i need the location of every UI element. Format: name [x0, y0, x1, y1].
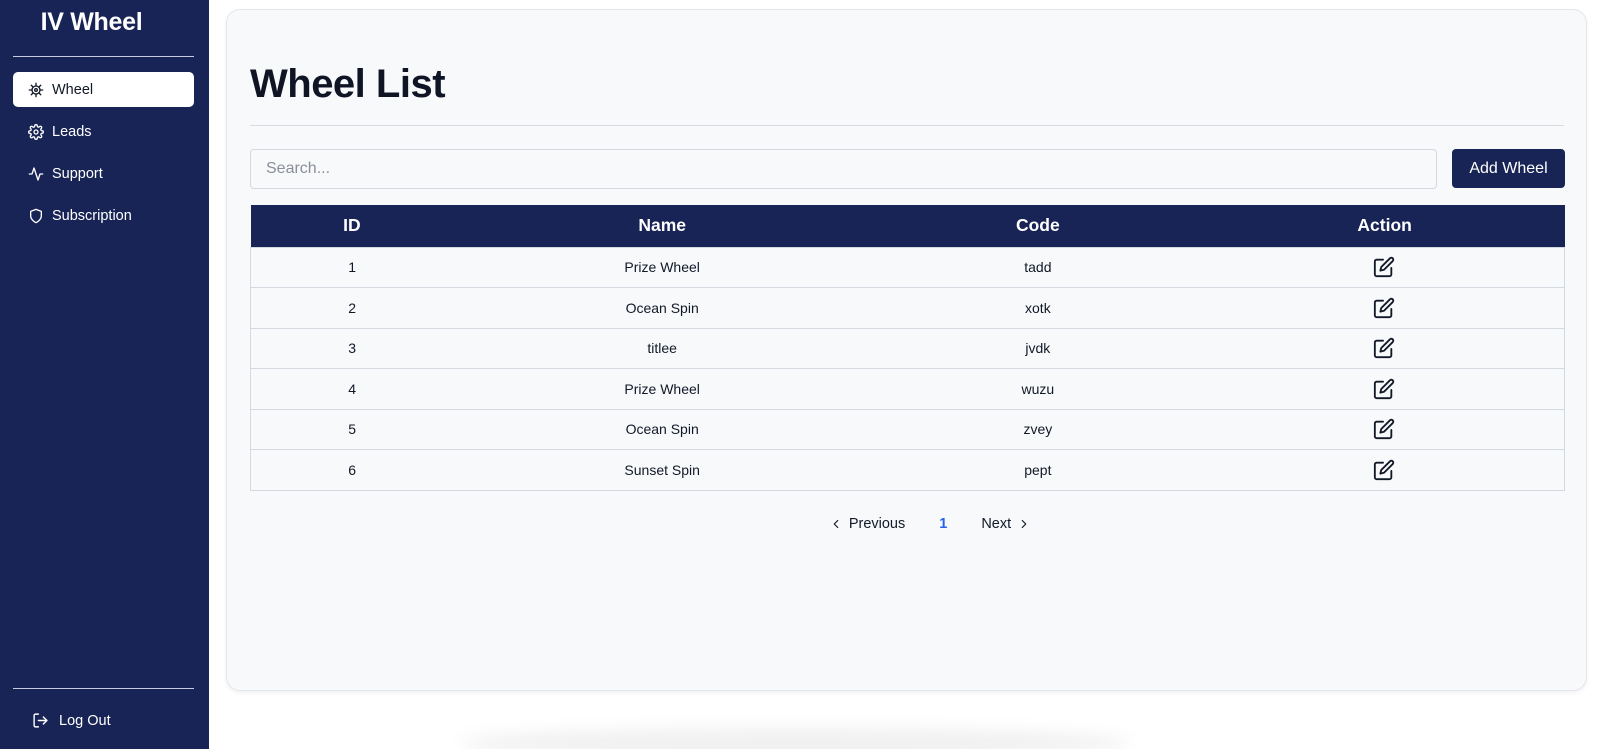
table-row: 1 Prize Wheel tadd [250, 246, 1565, 288]
edit-icon[interactable] [1373, 337, 1395, 359]
cell-id: 6 [250, 449, 454, 491]
page-title: Wheel List [250, 62, 446, 106]
pagination: Previous 1 Next [227, 516, 1588, 532]
previous-label: Previous [848, 516, 906, 532]
next-page-button[interactable]: Next [981, 516, 1031, 532]
edit-icon[interactable] [1373, 418, 1395, 440]
cell-id: 4 [250, 368, 454, 409]
cell-name: Ocean Spin [453, 287, 871, 328]
cell-name: Prize Wheel [453, 246, 871, 288]
cell-code: zvey [871, 408, 1205, 450]
cell-action [1204, 449, 1565, 491]
sidebar-item-label: Support [52, 165, 103, 182]
sidebar-nav: Wheel Leads Support Subscription [13, 72, 194, 240]
cell-code: tadd [871, 246, 1205, 288]
cell-name: Sunset Spin [453, 449, 871, 491]
cell-name: Prize Wheel [453, 368, 871, 409]
sidebar: IV Wheel Wheel Leads Support Subscriptio… [0, 0, 209, 749]
column-header-id: ID [343, 215, 361, 236]
sidebar-divider [13, 688, 194, 689]
cell-action [1204, 368, 1565, 409]
cell-name: Ocean Spin [453, 408, 871, 450]
cell-code: xotk [871, 287, 1205, 328]
cell-name: titlee [453, 327, 871, 369]
page-number-current[interactable]: 1 [939, 516, 947, 532]
edit-icon[interactable] [1373, 256, 1395, 278]
table-row: 6 Sunset Spin pept [250, 449, 1565, 491]
cell-id: 1 [250, 246, 454, 288]
chevron-right-icon [1021, 519, 1027, 529]
search-input[interactable] [250, 149, 1437, 189]
decorative-shadow [460, 728, 1130, 749]
cell-action [1204, 287, 1565, 328]
sidebar-item-label: Subscription [52, 207, 132, 224]
table-row: 3 titlee jvdk [250, 327, 1565, 369]
column-header-code: Code [1015, 215, 1060, 236]
cell-code: jvdk [871, 327, 1205, 369]
cell-id: 3 [250, 327, 454, 369]
shield-icon [28, 208, 44, 224]
title-divider [250, 125, 1564, 126]
previous-page-button[interactable]: Previous [829, 516, 905, 532]
sidebar-item-leads[interactable]: Leads [13, 114, 194, 149]
cell-code: wuzu [871, 368, 1205, 409]
cell-code: pept [871, 449, 1205, 491]
add-wheel-button[interactable]: Add Wheel [1452, 149, 1565, 188]
helm-icon [28, 82, 44, 98]
edit-icon[interactable] [1373, 297, 1395, 319]
column-header-action: Action [1357, 215, 1412, 236]
table-row: 2 Ocean Spin xotk [250, 287, 1565, 328]
wheel-table: ID Name Code Action 1 Prize Wheel tadd 2… [250, 205, 1565, 491]
sidebar-item-wheel[interactable]: Wheel [13, 72, 194, 107]
table-row: 5 Ocean Spin zvey [250, 408, 1565, 450]
brand-title: IV Wheel [40, 8, 143, 36]
main-card: Wheel List Add Wheel ID Name Code Action… [226, 9, 1587, 691]
edit-icon[interactable] [1373, 459, 1395, 481]
activity-icon [28, 166, 44, 182]
cell-id: 2 [250, 287, 454, 328]
sidebar-item-support[interactable]: Support [13, 156, 194, 191]
gear-icon [28, 123, 44, 140]
sidebar-item-label: Wheel [52, 81, 94, 98]
chevron-left-icon [833, 519, 839, 529]
sidebar-item-label: Leads [52, 123, 92, 140]
column-header-name: Name [638, 215, 686, 236]
logout-icon [32, 712, 49, 729]
cell-action [1204, 408, 1565, 450]
sidebar-divider [13, 56, 194, 57]
logout-label: Log Out [59, 712, 111, 729]
table-row: 4 Prize Wheel wuzu [250, 368, 1565, 409]
next-label: Next [981, 516, 1012, 532]
cell-action [1204, 246, 1565, 288]
edit-icon[interactable] [1373, 378, 1395, 400]
cell-action [1204, 327, 1565, 369]
logout-button[interactable]: Log Out [32, 712, 111, 729]
table-header-row: ID Name Code Action [250, 205, 1565, 247]
cell-id: 5 [250, 408, 454, 450]
sidebar-item-subscription[interactable]: Subscription [13, 198, 194, 233]
